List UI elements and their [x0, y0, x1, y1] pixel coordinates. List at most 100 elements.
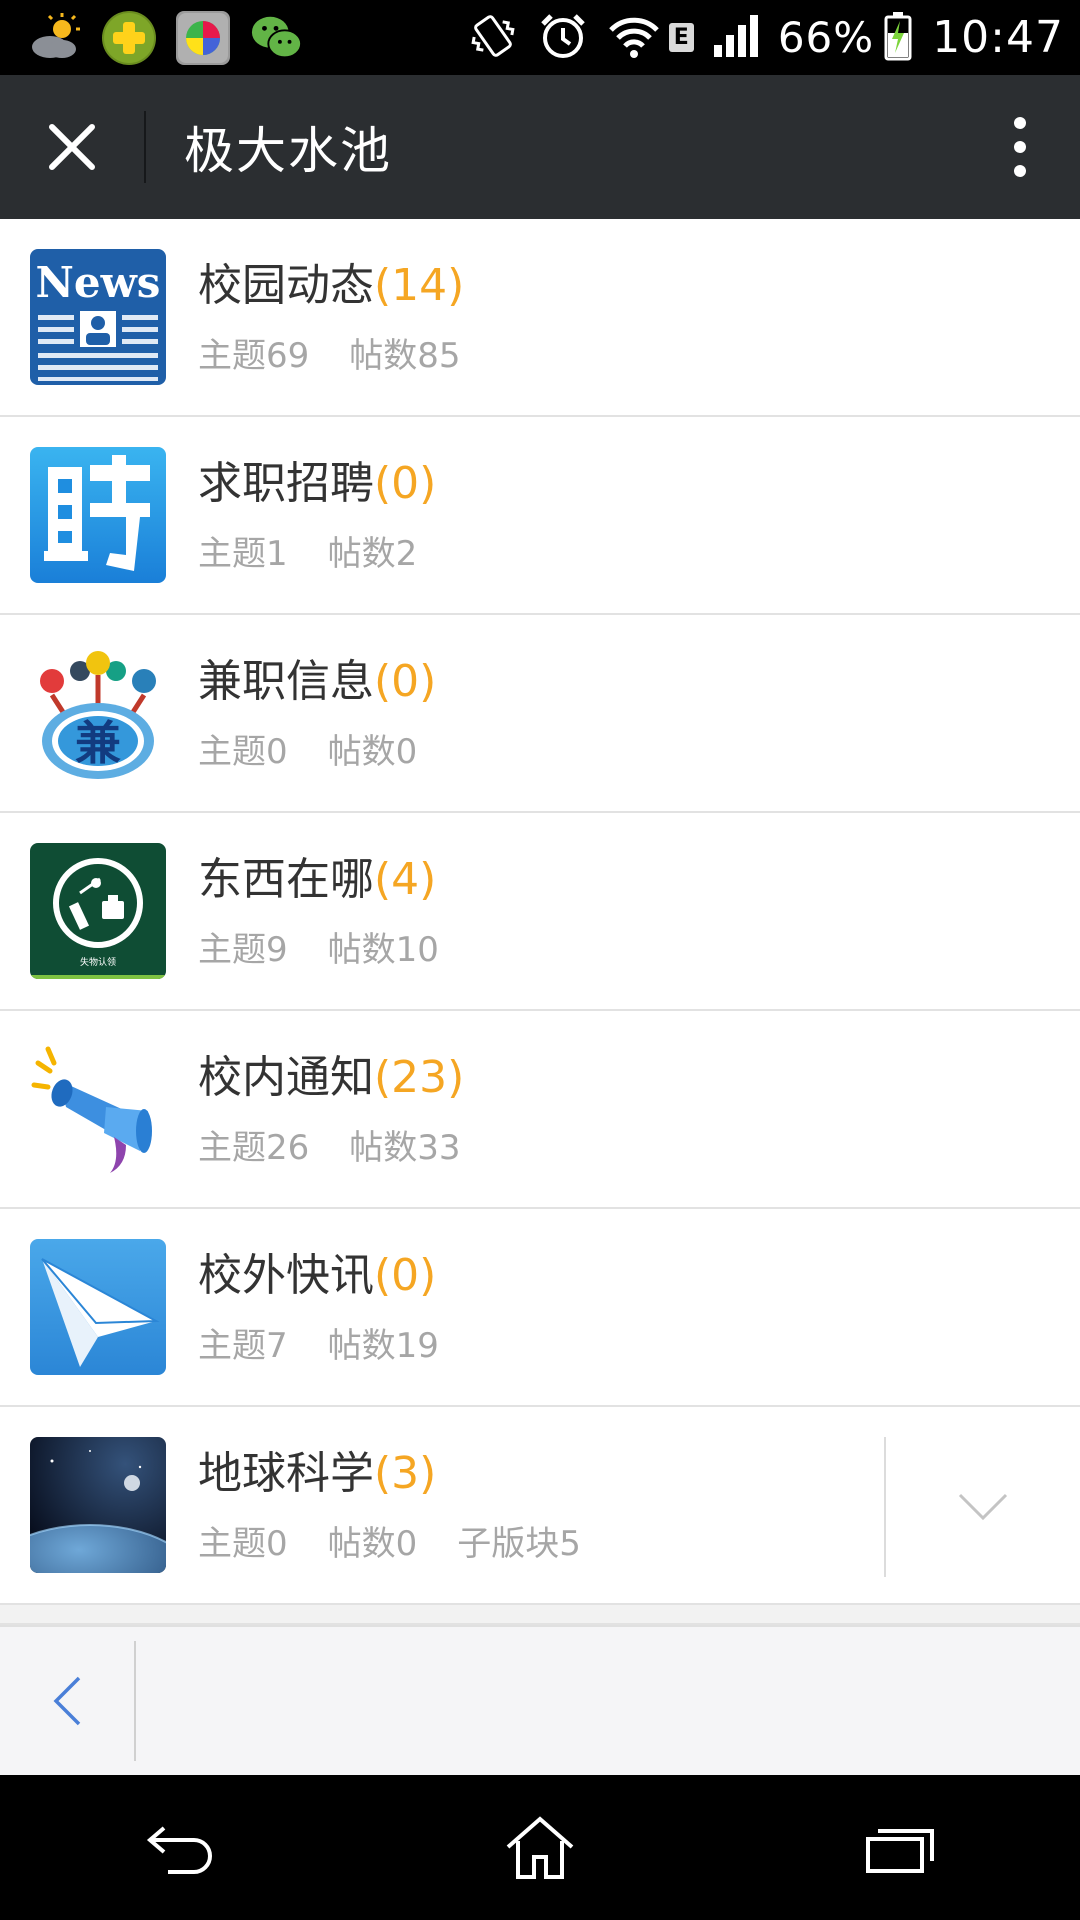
- vibrate-icon: [467, 10, 519, 66]
- wechat-icon: [250, 11, 304, 65]
- forum-topics: 主题26: [198, 1127, 310, 1168]
- nav-recent-apps-button[interactable]: [820, 1775, 980, 1920]
- forum-count: (23): [374, 1051, 465, 1103]
- plus-app-icon: [102, 10, 156, 65]
- nav-back-button[interactable]: [100, 1775, 260, 1920]
- forum-topics: 主题0: [198, 731, 288, 772]
- home-icon: [506, 1815, 574, 1879]
- forum-posts: 帖数2: [327, 533, 418, 574]
- page-title: 极大水池: [184, 122, 392, 180]
- earth-icon: [30, 1437, 166, 1573]
- lost-found-caption: 失物认领: [79, 958, 116, 968]
- alarm-icon: [537, 10, 589, 66]
- forum-text: 东西在哪(4) 主题9 帖数10: [198, 852, 479, 971]
- clock: 10:47: [932, 12, 1064, 63]
- navigation-bar: [0, 1775, 1080, 1920]
- forum-title: 兼职信息(0): [198, 654, 457, 710]
- forum-count: (0): [374, 457, 437, 509]
- forum-count: (4): [374, 853, 437, 905]
- forum-topics: 主题9: [198, 929, 288, 970]
- forum-item[interactable]: 校外快讯(0) 主题7 帖数19: [0, 1209, 1080, 1407]
- close-icon: [49, 124, 95, 170]
- close-button[interactable]: [0, 75, 144, 219]
- forum-posts: 帖数19: [327, 1325, 439, 1366]
- parttime-icon: 兼: [30, 645, 166, 781]
- forum-text: 校园动态(14) 主题69 帖数85: [198, 258, 501, 377]
- back-icon: [146, 1825, 212, 1874]
- forum-title: 求职招聘(0): [198, 456, 457, 512]
- forum-item[interactable]: 失物认领 东西在哪(4) 主题9 帖数10: [0, 813, 1080, 1011]
- chevron-left-icon: [53, 1676, 81, 1726]
- forum-count: (0): [374, 655, 437, 707]
- forum-meta: 主题7 帖数19: [198, 1318, 479, 1367]
- bottom-toolbar: [0, 1625, 1080, 1775]
- forum-title: 校内通知(23): [198, 1050, 501, 1106]
- forum-text: 地球科学(3) 主题0 帖数0 子版块5: [198, 1446, 621, 1565]
- forum-meta: 主题0 帖数0: [198, 724, 457, 773]
- forum-item[interactable]: 求职招聘(0) 主题1 帖数2: [0, 417, 1080, 615]
- forum-list: News 校园动态(14) 主题69 帖数85 求职招聘(0) 主题1 帖数2 …: [0, 219, 1080, 1625]
- forum-meta: 主题69 帖数85: [198, 328, 501, 377]
- colorful-app-icon: [176, 10, 230, 65]
- recent-apps-icon: [866, 1828, 934, 1873]
- forum-posts: 帖数85: [349, 335, 461, 376]
- forum-title: 校园动态(14): [198, 258, 501, 314]
- battery-percent: 66%: [777, 13, 875, 62]
- chevron-down-icon: [958, 1493, 1008, 1521]
- svg-text:News: News: [36, 258, 161, 307]
- forum-text: 兼职信息(0) 主题0 帖数0: [198, 654, 457, 773]
- forum-name: 校园动态: [198, 259, 374, 311]
- megaphone-icon: [30, 1041, 166, 1177]
- forum-topics: 主题69: [198, 335, 310, 376]
- browser-back-button[interactable]: [0, 1626, 134, 1776]
- nav-home-button[interactable]: [460, 1775, 620, 1920]
- forum-meta: 主题26 帖数33: [198, 1120, 501, 1169]
- forum-name: 校内通知: [198, 1051, 374, 1103]
- forum-name: 地球科学: [198, 1447, 374, 1499]
- forum-count: (0): [374, 1249, 437, 1301]
- more-menu-button[interactable]: [960, 75, 1080, 219]
- forum-subforums: 子版块5: [457, 1523, 581, 1564]
- forum-posts: 帖数0: [327, 731, 418, 772]
- forum-meta: 主题9 帖数10: [198, 922, 479, 971]
- list-gap: [0, 1605, 1080, 1625]
- status-left: [28, 10, 324, 65]
- signal-icon: [712, 13, 760, 63]
- forum-title: 东西在哪(4): [198, 852, 479, 908]
- forum-count: (3): [374, 1447, 437, 1499]
- svg-text:兼: 兼: [75, 716, 121, 770]
- forum-text: 校内通知(23) 主题26 帖数33: [198, 1050, 501, 1169]
- forum-item[interactable]: 兼 兼职信息(0) 主题0 帖数0: [0, 615, 1080, 813]
- weather-icon: [28, 11, 82, 65]
- header-divider: [144, 111, 146, 183]
- forum-name: 兼职信息: [198, 655, 374, 707]
- expand-subforums-button[interactable]: [884, 1437, 1080, 1577]
- forum-posts: 帖数10: [327, 929, 439, 970]
- paper-plane-icon: [30, 1239, 166, 1375]
- forum-name: 东西在哪: [198, 853, 374, 905]
- forum-topics: 主题0: [198, 1523, 288, 1564]
- forum-item[interactable]: 地球科学(3) 主题0 帖数0 子版块5: [0, 1407, 1080, 1605]
- forum-title: 校外快讯(0): [198, 1248, 479, 1304]
- recruit-icon: [30, 447, 166, 583]
- forum-posts: 帖数0: [327, 1523, 418, 1564]
- lost-found-icon: 失物认领: [30, 843, 166, 979]
- forum-title: 地球科学(3): [198, 1446, 621, 1502]
- header: 极大水池: [0, 75, 1080, 219]
- forum-item[interactable]: 校内通知(23) 主题26 帖数33: [0, 1011, 1080, 1209]
- forum-text: 校外快讯(0) 主题7 帖数19: [198, 1248, 479, 1367]
- forum-meta: 主题0 帖数0 子版块5: [198, 1516, 621, 1565]
- network-type-badge: E: [668, 23, 694, 52]
- forum-item[interactable]: News 校园动态(14) 主题69 帖数85: [0, 219, 1080, 417]
- forum-name: 校外快讯: [198, 1249, 374, 1301]
- status-right: E 66% 10:47: [449, 10, 1064, 66]
- news-icon: News: [30, 249, 166, 385]
- more-vert-icon: [1014, 117, 1026, 177]
- forum-meta: 主题1 帖数2: [198, 526, 457, 575]
- forum-posts: 帖数33: [349, 1127, 461, 1168]
- battery-charging-icon: [884, 11, 912, 65]
- status-bar: E 66% 10:47: [0, 0, 1080, 75]
- wifi-icon: [607, 12, 661, 64]
- screen: E 66% 10:47 极大水池 News 校园动态(14) 主题69 帖数85…: [0, 0, 1080, 1920]
- toolbar-divider: [134, 1641, 136, 1761]
